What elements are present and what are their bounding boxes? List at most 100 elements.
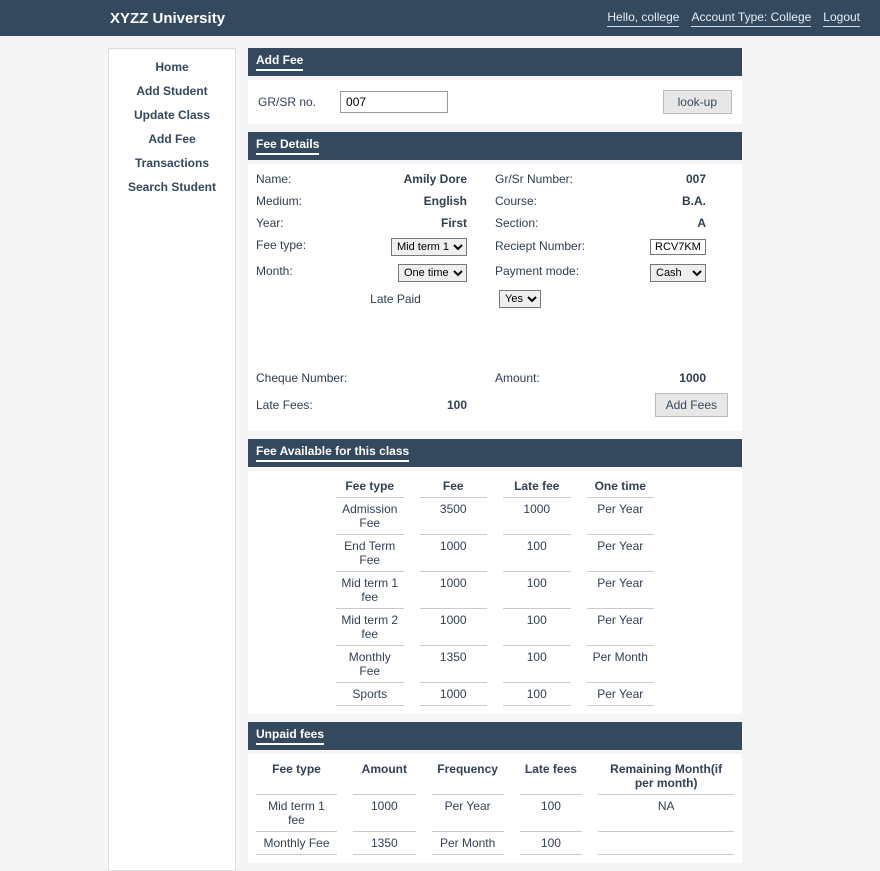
sidebar-item-update-class[interactable]: Update Class — [109, 103, 235, 127]
section-unpaid: Unpaid fees — [248, 722, 742, 750]
course-value: B.A. — [605, 194, 734, 208]
th-latefee: Late fee — [503, 475, 571, 498]
latefees-value: 100 — [366, 398, 495, 412]
table-cell: 100 — [503, 683, 571, 706]
table-row: Mid term 1 fee 1000 Per Year 100 NA — [248, 795, 742, 832]
cheque-value — [366, 371, 495, 385]
table-cell: Per Year — [587, 535, 655, 572]
table-cell: 100 — [503, 609, 571, 646]
sidebar-item-home[interactable]: Home — [109, 55, 235, 79]
table-cell: Per Year — [587, 498, 655, 535]
table-cell: 1000 — [420, 535, 488, 572]
table-cell: 1000 — [420, 572, 488, 609]
grsr-label: GR/SR no. — [258, 95, 316, 109]
th-amount: Amount — [353, 758, 416, 795]
grsr-label: Gr/Sr Number: — [495, 172, 605, 186]
table-cell: 100 — [503, 572, 571, 609]
logout-link[interactable]: Logout — [823, 10, 860, 27]
table-cell: Per Month — [587, 646, 655, 683]
table-cell: Per Year — [587, 572, 655, 609]
sidebar-item-add-student[interactable]: Add Student — [109, 79, 235, 103]
table-cell: 3500 — [420, 498, 488, 535]
sidebar: Home Add Student Update Class Add Fee Tr… — [108, 48, 236, 871]
hello-link[interactable]: Hello, college — [607, 10, 679, 27]
account-type-link[interactable]: Account Type: College — [691, 10, 811, 27]
table-header: Fee type Amount Frequency Late fees Rema… — [248, 758, 742, 795]
section-title: Unpaid fees — [256, 727, 324, 745]
table-cell: 1000 — [353, 795, 416, 832]
table-row: Monthly Fee1350Per Month100 — [248, 832, 742, 855]
sidebar-item-search-student[interactable]: Search Student — [109, 175, 235, 199]
table-cell: Monthly Fee — [336, 646, 404, 683]
grsr-input[interactable] — [340, 91, 448, 113]
section-fee-details: Fee Details — [248, 132, 742, 160]
section-title: Fee Details — [256, 137, 319, 155]
add-fees-button[interactable]: Add Fees — [655, 393, 728, 417]
table-cell: Per Year — [587, 683, 655, 706]
medium-value: English — [366, 194, 495, 208]
section-title: Add Fee — [256, 53, 303, 71]
grsr-value: 007 — [605, 172, 734, 186]
table-row: Admission Fee 3500 1000 Per Year — [328, 498, 662, 535]
latefees-label: Late Fees: — [256, 398, 366, 412]
medium-label: Medium: — [256, 194, 366, 208]
receipt-label: Reciept Number: — [495, 239, 605, 255]
top-nav: Hello, college Account Type: College Log… — [607, 10, 860, 27]
table-cell — [598, 832, 734, 855]
paymentmode-select[interactable]: Cash — [650, 264, 706, 282]
fee-details-grid: Name: Amily Dore Gr/Sr Number: 007 Mediu… — [248, 164, 742, 431]
course-label: Course: — [495, 194, 605, 208]
year-label: Year: — [256, 216, 366, 230]
year-value: First — [366, 216, 495, 230]
latepaid-label: Late Paid — [256, 292, 495, 306]
th-latefees: Late fees — [520, 758, 583, 795]
name-label: Name: — [256, 172, 366, 186]
section-fee-available: Fee Available for this class — [248, 439, 742, 467]
month-label: Month: — [256, 264, 366, 282]
table-cell: Mid term 1 fee — [336, 572, 404, 609]
topbar: XYZZ University Hello, college Account T… — [0, 0, 880, 36]
table-cell: 100 — [503, 535, 571, 572]
feetype-label: Fee type: — [256, 238, 366, 256]
table-cell: 100 — [503, 646, 571, 683]
feetype-select[interactable]: Mid term 1 — [391, 238, 467, 256]
unpaid-table: Fee type Amount Frequency Late fees Rema… — [248, 754, 742, 863]
table-cell: Per Year — [587, 609, 655, 646]
table-row: Sports1000100Per Year — [328, 683, 662, 706]
month-select[interactable]: One time — [398, 264, 467, 282]
table-cell: Monthly Fee — [256, 832, 337, 855]
table-cell: Mid term 2 fee — [336, 609, 404, 646]
table-cell: 100 — [520, 795, 583, 832]
table-cell: Per Month — [432, 832, 504, 855]
table-header: Fee type Fee Late fee One time — [328, 475, 662, 498]
amount-value: 1000 — [605, 371, 734, 385]
table-cell: Sports — [336, 683, 404, 706]
table-row: Mid term 1 fee 1000 100 Per Year — [328, 572, 662, 609]
table-cell: Admission Fee — [336, 498, 404, 535]
th-onetime: One time — [587, 475, 655, 498]
section-value: A — [605, 216, 734, 230]
paymentmode-label: Payment mode: — [495, 264, 605, 282]
table-row: End Term Fee 1000 100 Per Year — [328, 535, 662, 572]
amount-label: Amount: — [495, 371, 605, 385]
section-add-fee: Add Fee — [248, 48, 742, 76]
fee-available-table: Fee type Fee Late fee One time Admission… — [248, 471, 742, 714]
sidebar-item-transactions[interactable]: Transactions — [109, 151, 235, 175]
th-feetype: Fee type — [336, 475, 404, 498]
table-cell: End Term Fee — [336, 535, 404, 572]
table-cell: Per Year — [432, 795, 504, 832]
table-cell: 1000 — [503, 498, 571, 535]
receipt-input[interactable] — [650, 239, 706, 255]
th-fee: Fee — [420, 475, 488, 498]
th-remaining: Remaining Month(if per month) — [598, 758, 734, 795]
latepaid-select[interactable]: Yes — [499, 290, 541, 308]
table-row: Monthly Fee 1350 100 Per Month — [328, 646, 662, 683]
table-cell: NA — [598, 795, 734, 832]
section-label: Section: — [495, 216, 605, 230]
table-cell: 1350 — [420, 646, 488, 683]
table-cell: Mid term 1 fee — [256, 795, 337, 832]
sidebar-item-add-fee[interactable]: Add Fee — [109, 127, 235, 151]
table-cell: 1000 — [420, 609, 488, 646]
addfee-row: GR/SR no. look-up — [248, 80, 742, 124]
lookup-button[interactable]: look-up — [663, 90, 732, 114]
